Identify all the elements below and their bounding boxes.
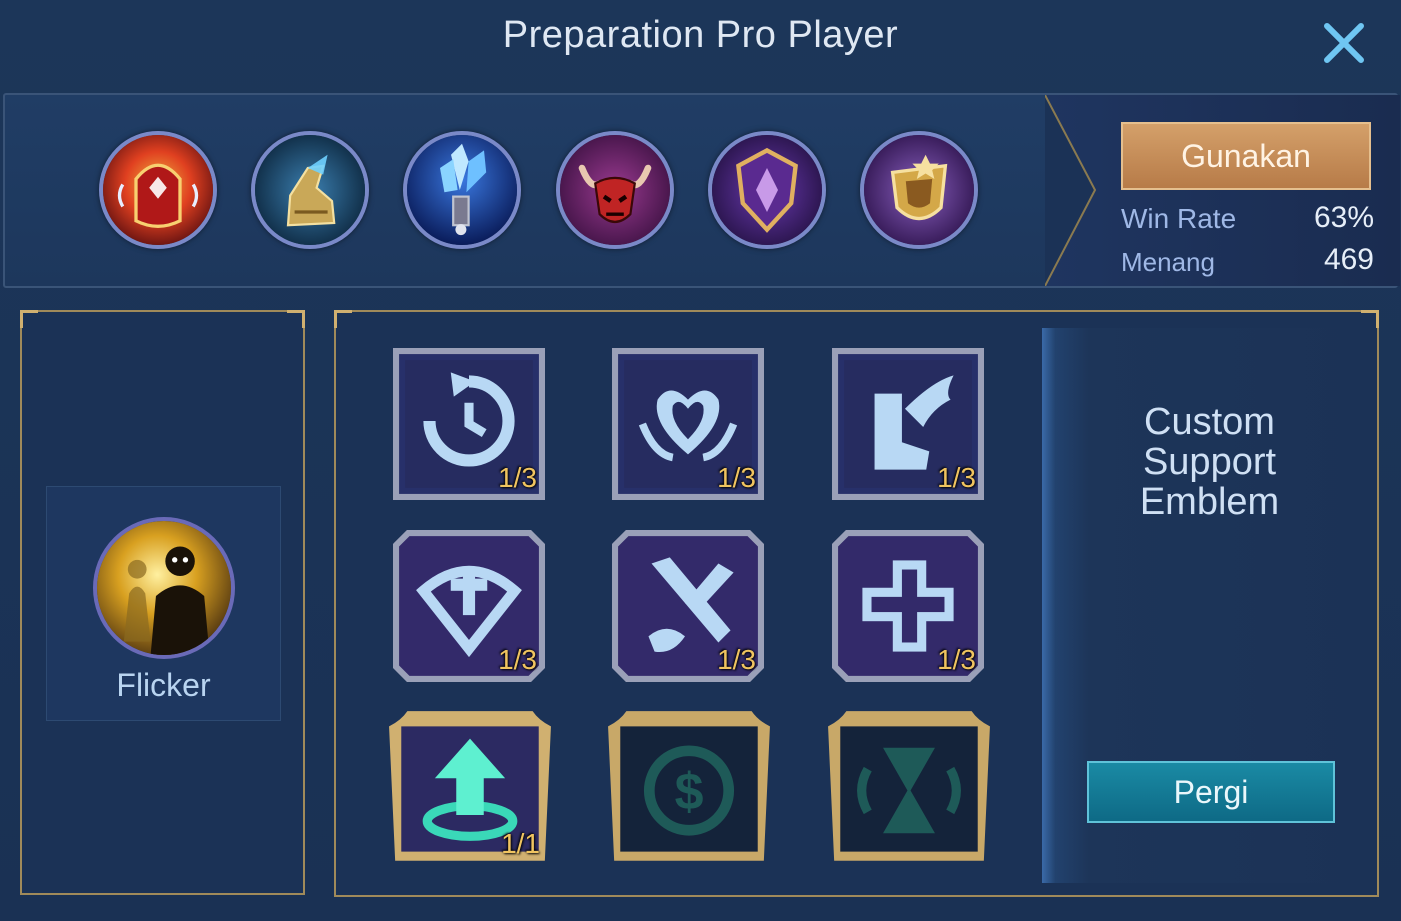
close-icon[interactable] xyxy=(1319,18,1369,68)
win-rate-value: 63% xyxy=(1313,201,1374,234)
frame-corner xyxy=(20,310,38,328)
ice-crystal-sword-icon xyxy=(407,135,517,245)
horned-red-mask-icon xyxy=(560,135,670,245)
item-4[interactable] xyxy=(556,131,674,249)
talent-count: 1/3 xyxy=(498,644,537,675)
talent-count: 1/3 xyxy=(498,462,537,493)
talent-slot[interactable]: 1/3 xyxy=(612,348,764,500)
flicker-silhouette-icon xyxy=(93,517,235,659)
talent-slot[interactable]: 1/3 xyxy=(832,530,984,682)
page-title: Preparation Pro Player xyxy=(502,14,899,56)
coin-cycle-icon: $ xyxy=(608,711,770,861)
talent-slot[interactable]: 1/3 xyxy=(393,348,545,500)
golden-amulet-icon xyxy=(864,135,974,245)
app-root: Preparation Pro Player Gunakan Win Rate … xyxy=(0,0,1401,921)
go-button[interactable]: Pergi xyxy=(1087,761,1335,823)
header: Preparation Pro Player xyxy=(0,0,1401,80)
item-3[interactable] xyxy=(403,131,521,249)
talent-slot[interactable]: 1/3 xyxy=(612,530,764,682)
talent-count: 1/1 xyxy=(501,828,540,859)
wins-label: Menang xyxy=(1121,247,1215,277)
win-rate-label: Win Rate xyxy=(1121,203,1237,234)
emblem-title: Custom Support Emblem xyxy=(1139,401,1280,523)
hourglass-icon xyxy=(828,711,990,861)
frame-corner xyxy=(1361,310,1379,328)
talent-slot[interactable]: 1/3 xyxy=(393,530,545,682)
item-1[interactable] xyxy=(99,131,217,249)
red-flame-helm-icon xyxy=(103,135,213,245)
talent-count: 1/3 xyxy=(717,644,756,675)
talent-count: 1/3 xyxy=(717,462,756,493)
svg-text:$: $ xyxy=(675,763,704,821)
talent-count: 1/3 xyxy=(937,462,976,493)
item-build-strip: Gunakan Win Rate 63% Menang 469 xyxy=(3,93,1400,288)
talent-slot[interactable] xyxy=(825,708,993,870)
use-build-button[interactable]: Gunakan xyxy=(1121,122,1371,190)
item-5[interactable] xyxy=(708,131,826,249)
item-6[interactable] xyxy=(860,131,978,249)
talent-slot[interactable]: $ xyxy=(605,708,773,870)
frame-corner xyxy=(334,310,352,328)
golden-boots-icon xyxy=(255,135,365,245)
talent-count: 1/3 xyxy=(937,644,976,675)
talent-slot[interactable]: 1/3 xyxy=(832,348,984,500)
spell-name: Flicker xyxy=(116,667,211,703)
emblem-info-panel: Custom Support Emblem Pergi xyxy=(1042,328,1377,883)
frame-corner xyxy=(287,310,305,328)
item-2[interactable] xyxy=(251,131,369,249)
battle-spell-panel: Flicker xyxy=(20,310,305,895)
purple-shield-icon xyxy=(712,135,822,245)
wins-value: 469 xyxy=(1323,243,1374,276)
talent-slot[interactable]: 1/1 xyxy=(386,708,554,870)
emblem-panel: 1/3 1/3 1/3 1/3 1/3 1/3 1/1 $ Custom Sup… xyxy=(334,310,1379,897)
battle-spell-slot[interactable]: Flicker xyxy=(46,486,281,721)
